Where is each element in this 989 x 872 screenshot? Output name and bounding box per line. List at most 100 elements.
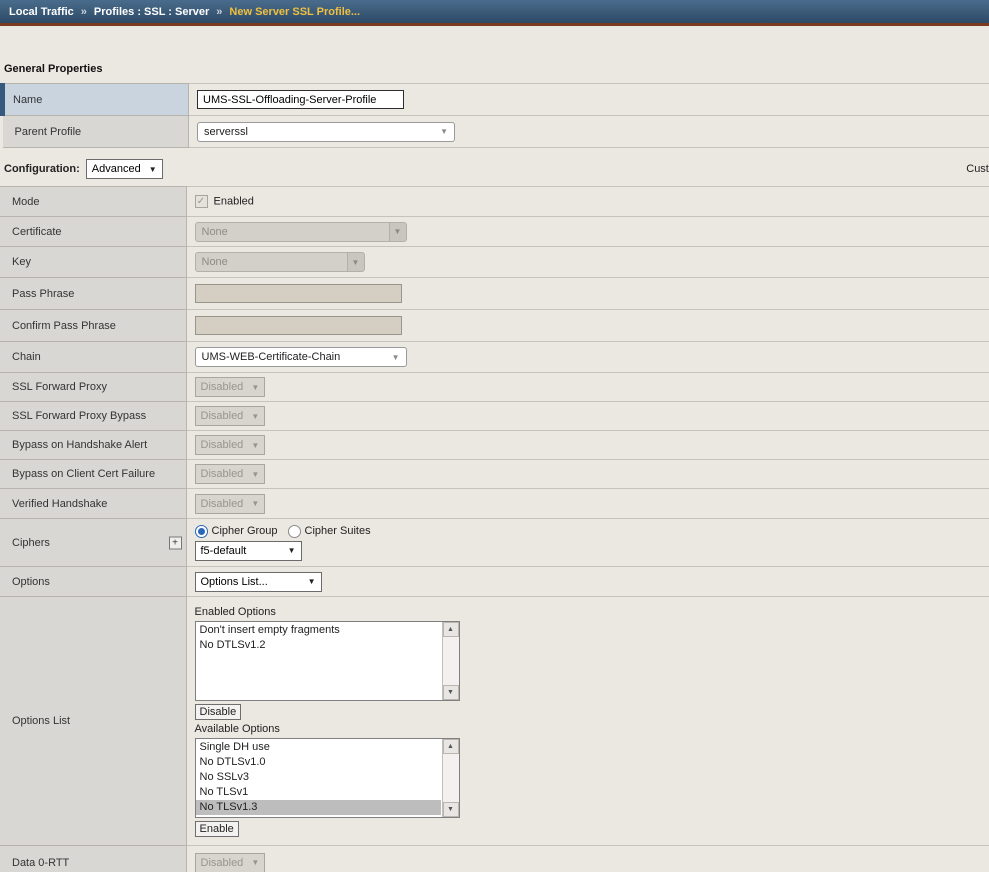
enable-button[interactable]: Enable	[195, 821, 239, 837]
scrollbar[interactable]: ▲ ▼	[442, 622, 459, 700]
value-cell: Disabled ▼	[186, 431, 989, 460]
label-cell: Mode	[0, 187, 186, 217]
key-select: None ▼	[195, 252, 365, 272]
name-input[interactable]	[197, 90, 404, 109]
table-row: Confirm Pass Phrase	[0, 310, 989, 342]
bypass-on-handshake-alert-label: Bypass on Handshake Alert	[12, 439, 147, 451]
scroll-up-icon[interactable]: ▲	[443, 739, 459, 754]
chevron-down-icon: ▼	[440, 127, 448, 136]
value-cell: Disabled ▼	[186, 846, 989, 872]
verified-handshake-label: Verified Handshake	[12, 498, 107, 510]
parent-profile-value: serverssl	[204, 126, 248, 138]
scroll-down-icon[interactable]: ▼	[443, 685, 459, 700]
configuration-table: Mode ✓Enabled Certificate None ▼ Key Non…	[0, 186, 989, 872]
scrollbar[interactable]: ▲ ▼	[442, 739, 459, 817]
list-item[interactable]: Single DH use	[196, 740, 441, 755]
list-item[interactable]: No DTLSv1.0	[196, 755, 441, 770]
chevron-down-icon: ▼	[251, 858, 259, 867]
value-cell: None ▼	[186, 217, 989, 247]
checkmark-icon: ✓	[197, 197, 205, 207]
cipher-group-radio[interactable]	[195, 525, 208, 538]
table-row: Options Options List... ▼	[0, 567, 989, 597]
certificate-select: None ▼	[195, 222, 407, 242]
chain-select[interactable]: UMS-WEB-Certificate-Chain ▼	[195, 347, 407, 367]
custom-column-header: Custo	[966, 163, 989, 175]
enabled-options-listbox[interactable]: Don't insert empty fragments No DTLSv1.2…	[195, 621, 460, 701]
scroll-down-icon[interactable]: ▼	[443, 802, 459, 817]
confirm-pass-phrase-label: Confirm Pass Phrase	[12, 320, 116, 332]
list-item[interactable]: No TLSv1	[196, 785, 441, 800]
label-cell: Bypass on Handshake Alert	[0, 431, 186, 460]
value-cell: Options List... ▼	[186, 567, 989, 597]
expand-plus-icon[interactable]: +	[169, 536, 182, 549]
available-options-listbox[interactable]: Single DH use No DTLSv1.0 No SSLv3 No TL…	[195, 738, 460, 818]
table-row: Pass Phrase	[0, 278, 989, 310]
value-cell	[189, 84, 989, 116]
ssl-forward-proxy-bypass-label: SSL Forward Proxy Bypass	[12, 410, 146, 422]
value-cell	[186, 310, 989, 342]
label-cell: Options List	[0, 597, 186, 846]
disable-button[interactable]: Disable	[195, 704, 242, 720]
table-row: Key None ▼	[0, 247, 989, 278]
bypass-on-client-cert-failure-value: Disabled	[201, 468, 244, 480]
configuration-level-select[interactable]: Advanced ▼	[86, 159, 163, 179]
cipher-group-select[interactable]: f5-default ▼	[195, 541, 302, 561]
list-item[interactable]: No SSLv3	[196, 770, 441, 785]
general-properties-table: Name Parent Profile serverssl ▼	[0, 83, 989, 148]
table-row: Ciphers + Cipher GroupCipher Suites f5-d…	[0, 519, 989, 567]
options-select-value: Options List...	[201, 576, 268, 588]
chain-label: Chain	[12, 351, 41, 363]
chevron-down-icon: ▼	[251, 412, 259, 421]
table-row: Name	[3, 84, 989, 116]
ssl-forward-proxy-label: SSL Forward Proxy	[12, 381, 107, 393]
data-0rtt-value: Disabled	[201, 857, 244, 869]
breadcrumb-separator: »	[216, 6, 222, 18]
available-options-title: Available Options	[195, 723, 982, 735]
chevron-down-icon: ▼	[251, 499, 259, 508]
chevron-down-icon: ▼	[308, 577, 316, 586]
scroll-up-icon[interactable]: ▲	[443, 622, 459, 637]
list-item[interactable]: Don't insert empty fragments	[196, 623, 441, 638]
value-cell: ✓Enabled	[186, 187, 989, 217]
certificate-label: Certificate	[12, 226, 62, 238]
chevron-down-icon: ▼	[149, 165, 157, 174]
label-cell: Confirm Pass Phrase	[0, 310, 186, 342]
label-cell: SSL Forward Proxy	[0, 373, 186, 402]
chevron-down-icon: ▼	[251, 441, 259, 450]
label-cell: Parent Profile	[3, 116, 189, 148]
cipher-suites-radio[interactable]	[288, 525, 301, 538]
table-row: SSL Forward Proxy Bypass Disabled ▼	[0, 402, 989, 431]
ssl-forward-proxy-value: Disabled	[201, 381, 244, 393]
value-cell: serverssl ▼	[189, 116, 989, 148]
value-cell: None ▼	[186, 247, 989, 278]
mode-label: Mode	[12, 196, 40, 208]
value-cell: Disabled ▼	[186, 373, 989, 402]
chevron-down-icon: ▼	[347, 253, 364, 271]
options-select[interactable]: Options List... ▼	[195, 572, 322, 592]
label-cell: Data 0-RTT	[0, 846, 186, 872]
cipher-group-select-wrap: f5-default ▼	[195, 541, 982, 561]
label-cell: Chain	[0, 342, 186, 373]
breadcrumb-profiles-ssl-server[interactable]: Profiles : SSL : Server	[94, 6, 209, 18]
enabled-options-title: Enabled Options	[195, 606, 982, 618]
breadcrumb-local-traffic[interactable]: Local Traffic	[9, 6, 74, 18]
chevron-down-icon: ▼	[288, 546, 296, 555]
table-row: Bypass on Client Cert Failure Disabled ▼	[0, 460, 989, 489]
breadcrumb-separator: »	[81, 6, 87, 18]
breadcrumb-current-page: New Server SSL Profile...	[229, 6, 360, 18]
parent-profile-select[interactable]: serverssl ▼	[197, 122, 455, 142]
chevron-down-icon: ▼	[392, 353, 400, 362]
breadcrumb: Local Traffic » Profiles : SSL : Server …	[0, 0, 989, 26]
bypass-on-handshake-alert-value: Disabled	[201, 439, 244, 451]
table-row: Mode ✓Enabled	[0, 187, 989, 217]
cipher-suites-radio-label: Cipher Suites	[305, 525, 371, 537]
value-cell: Disabled ▼	[186, 402, 989, 431]
verified-handshake-select: Disabled ▼	[195, 494, 266, 514]
table-row: Options List Enabled Options Don't inser…	[0, 597, 989, 846]
ssl-forward-proxy-select: Disabled ▼	[195, 377, 266, 397]
label-cell: SSL Forward Proxy Bypass	[0, 402, 186, 431]
list-item[interactable]: No DTLSv1.2	[196, 638, 441, 653]
mode-checkbox: ✓	[195, 195, 208, 208]
list-item-selected[interactable]: No TLSv1.3	[196, 800, 441, 815]
configuration-label: Configuration:	[4, 163, 80, 175]
